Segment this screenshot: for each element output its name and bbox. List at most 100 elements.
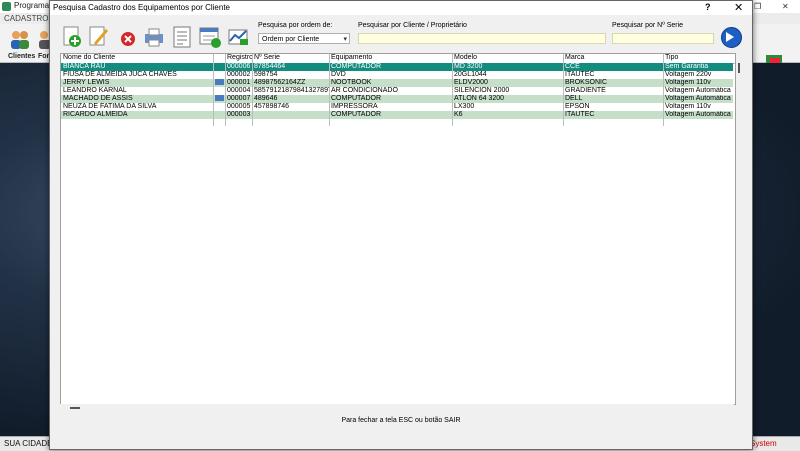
cell-tipo: Voltagem 110v xyxy=(665,79,711,86)
footer-hint: Para fechar a tela ESC ou botão SAIR xyxy=(341,417,461,424)
clients-icon[interactable] xyxy=(8,27,32,51)
edit-icon[interactable] xyxy=(86,25,110,49)
table-row[interactable]: JERRY LEWIS 000001 48987562164ZZ NOOTBOO… xyxy=(61,79,733,87)
cell-registro: 000001 xyxy=(227,79,251,86)
cell-cliente: FIUSA DE ALMEIDA JUCA CHAVES xyxy=(63,71,177,78)
table-row[interactable]: NEUZA DE FATIMA DA SILVA 000005 45789874… xyxy=(61,103,733,111)
column-header-equipamento[interactable]: Equipamento xyxy=(331,54,372,61)
cell-tipo: Voltagem Automática xyxy=(665,95,731,102)
table-row[interactable]: RICARDO ALMEIDA 000003 COMPUTADOR K6 ITA… xyxy=(61,111,733,119)
column-divider xyxy=(252,54,253,126)
table-row[interactable]: FIUSA DE ALMEIDA JUCA CHAVES 000002 5987… xyxy=(61,71,733,79)
table-row[interactable]: MACHADO DE ASSIS 000007 489646 COMPUTADO… xyxy=(61,95,733,103)
column-header-registro[interactable]: Registro xyxy=(227,54,253,61)
search-serial-label: Pesquisar por Nº Serie xyxy=(612,22,684,29)
cell-modelo: ELDV2000 xyxy=(454,79,488,86)
column-divider xyxy=(452,54,453,126)
cell-modelo: SILENCION 2000 xyxy=(454,87,510,94)
cell-equipamento: IMPRESSORA xyxy=(331,103,378,110)
cell-marca: BROKSONIC xyxy=(565,79,608,86)
app-logo-icon xyxy=(2,2,11,11)
cell-cliente: LEANDRO KARNAL xyxy=(63,87,127,94)
close-button[interactable]: ✕ xyxy=(734,1,743,14)
close-icon[interactable]: ✕ xyxy=(782,2,789,11)
cell-tipo: Voltagem Automática xyxy=(665,111,731,118)
scrollbar-thumb[interactable] xyxy=(738,63,740,73)
attachment-icon xyxy=(215,95,224,101)
cell-marca: EPSON xyxy=(565,103,590,110)
cell-equipamento: DVD xyxy=(331,71,346,78)
cell-modelo: MD 3200 xyxy=(454,63,483,70)
column-divider xyxy=(329,54,330,126)
table-row[interactable]: LEANDRO KARNAL 000004 585791218798413278… xyxy=(61,87,733,95)
cell-modelo: 20GL1044 xyxy=(454,71,487,78)
cell-registro: 000007 xyxy=(227,95,251,102)
search-go-button[interactable] xyxy=(721,27,742,48)
horizontal-scrollbar[interactable] xyxy=(60,404,734,412)
cell-registro: 000005 xyxy=(227,103,251,110)
cell-registro: 000004 xyxy=(227,87,251,94)
search-order-label: Pesquisa por ordem de: xyxy=(258,22,333,29)
column-divider xyxy=(213,54,214,126)
cell-tipo: Voltagem 110v xyxy=(665,103,711,110)
cell-modelo: LX300 xyxy=(454,103,475,110)
add-icon[interactable] xyxy=(60,25,84,49)
cell-equipamento: COMPUTADOR xyxy=(331,95,382,102)
column-header-cliente[interactable]: Nome do Cliente xyxy=(63,54,115,61)
cell-cliente: MACHADO DE ASSIS xyxy=(63,95,133,102)
print-icon[interactable] xyxy=(142,25,166,49)
attachment-icon xyxy=(215,79,224,85)
background-app-title: Programa xyxy=(14,1,50,10)
cell-cliente: NEUZA DE FATIMA DA SILVA xyxy=(63,103,157,110)
cell-registro: 000002 xyxy=(227,71,251,78)
status-system: System xyxy=(750,439,777,448)
list-add-icon[interactable] xyxy=(198,25,222,49)
search-client-input[interactable] xyxy=(358,33,606,44)
cell-modelo: ATLON 64 3200 xyxy=(454,95,505,102)
cell-equipamento: COMPUTADOR xyxy=(331,111,382,118)
vertical-scrollbar[interactable] xyxy=(736,53,744,403)
cell-marca: CCE xyxy=(565,63,580,70)
search-order-value: Ordem por Cliente xyxy=(262,36,320,43)
cell-tipo: Sem Garantia xyxy=(665,63,709,70)
menu-cadastros[interactable]: CADASTROS xyxy=(4,14,54,23)
chevron-down-icon: ▾ xyxy=(343,36,347,43)
dialog-title: Pesquisa Cadastro dos Equipamentos por C… xyxy=(53,3,230,12)
cell-registro: 000006 xyxy=(227,63,251,70)
toolbar-label-clientes: Clientes xyxy=(8,53,36,60)
restore-icon[interactable]: ❐ xyxy=(754,2,761,11)
column-divider xyxy=(663,54,664,126)
column-header-tipo[interactable]: Tipo xyxy=(665,54,678,61)
column-header-modelo[interactable]: Modelo xyxy=(454,54,477,61)
chart-icon[interactable] xyxy=(226,25,250,49)
cell-tipo: Voltagem 220v xyxy=(665,71,712,78)
cell-serie: 489646 xyxy=(254,95,278,102)
column-header-serie[interactable]: Nº Serie xyxy=(254,54,280,61)
cell-serie: 457898746 xyxy=(254,103,290,110)
delete-icon[interactable] xyxy=(116,25,140,49)
cell-equipamento: COMPUTADOR xyxy=(331,63,382,70)
cell-marca: DELL xyxy=(565,95,583,102)
help-button[interactable]: ? xyxy=(705,2,711,12)
column-header-marca[interactable]: Marca xyxy=(565,54,584,61)
equipment-grid[interactable]: Nome do Cliente Registro Nº Serie Equipa… xyxy=(60,53,736,405)
equipment-search-dialog: Pesquisa Cadastro dos Equipamentos por C… xyxy=(49,0,753,450)
cell-serie: 5857912187984132789T xyxy=(254,87,329,94)
scrollbar-thumb[interactable] xyxy=(70,407,80,409)
report-icon[interactable] xyxy=(170,25,194,49)
search-serial-input[interactable] xyxy=(612,33,714,44)
cell-registro: 000003 xyxy=(227,111,251,118)
cell-equipamento: AR CONDICIONADO xyxy=(331,87,398,94)
table-row[interactable]: BIANCA RAU 000006 87854464 COMPUTADOR MD… xyxy=(61,63,733,71)
cell-equipamento: NOOTBOOK xyxy=(331,79,372,86)
cell-marca: ITAUTEC xyxy=(565,71,595,78)
cell-modelo: K6 xyxy=(454,111,463,118)
column-divider xyxy=(563,54,564,126)
toolbar-label-fornecedores: For xyxy=(38,53,50,60)
search-order-select[interactable]: Ordem por Cliente ▾ xyxy=(258,33,350,44)
cell-tipo: Voltagem Automática xyxy=(665,87,731,94)
cell-cliente: RICARDO ALMEIDA xyxy=(63,111,128,118)
search-client-label: Pesquisar por Cliente / Proprietário xyxy=(358,22,467,29)
cell-serie: 598754 xyxy=(254,71,278,78)
cell-serie: 87854464 xyxy=(254,63,286,70)
